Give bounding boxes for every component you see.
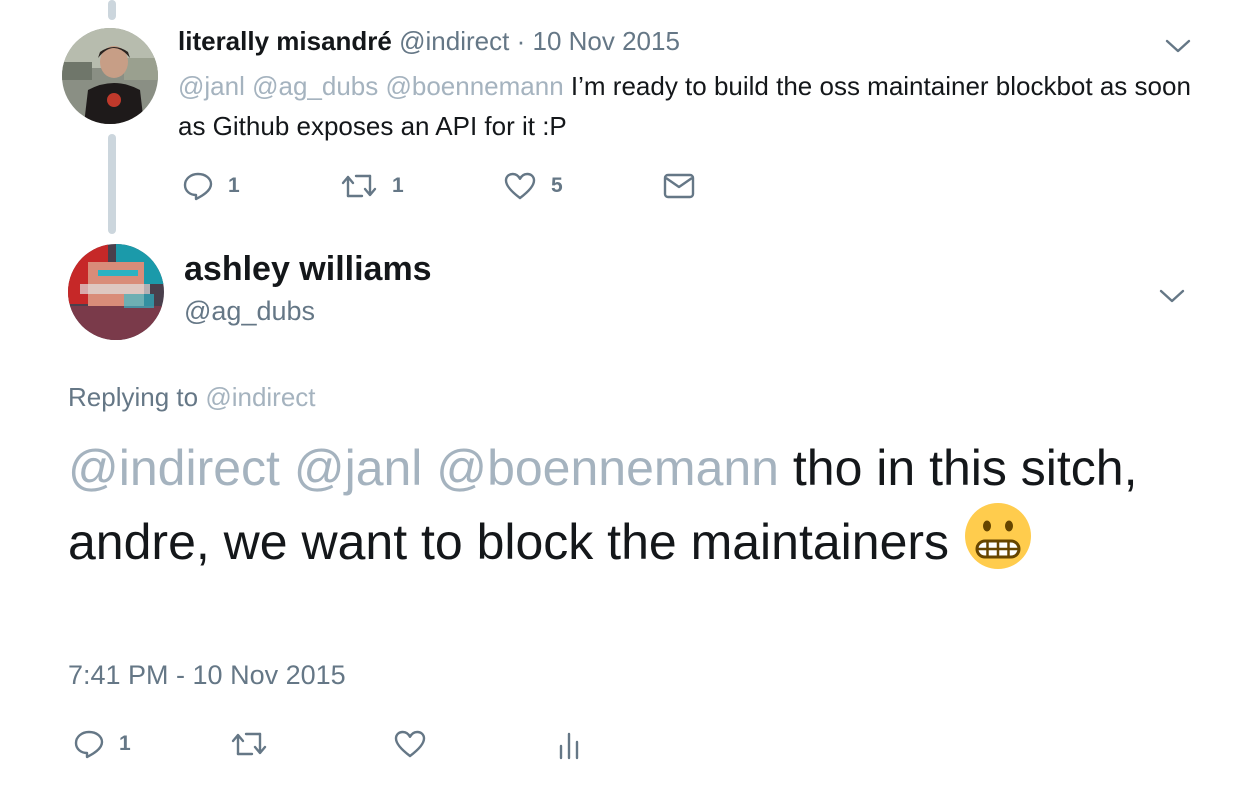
retweet-icon <box>340 172 378 200</box>
parent-separator: · <box>516 26 526 56</box>
parent-display-name[interactable]: literally misandré <box>178 26 392 56</box>
parent-like-button[interactable]: 5 <box>503 171 563 201</box>
thread-line-bottom <box>108 134 116 234</box>
replying-prefix: Replying to <box>68 382 199 412</box>
main-timestamp[interactable]: 7:41 PM - 10 Nov 2015 <box>68 660 346 691</box>
main-reply-button[interactable]: 1 <box>73 729 131 759</box>
heart-icon <box>503 171 537 201</box>
heart-icon <box>393 729 427 759</box>
parent-mentions[interactable]: @janl @ag_dubs @boennemann <box>178 71 564 101</box>
chevron-down-icon[interactable] <box>1163 36 1193 56</box>
thread-line-top <box>108 0 116 20</box>
parent-reply-count: 1 <box>228 174 240 197</box>
main-analytics-button[interactable] <box>556 730 582 760</box>
parent-tweet-text: @janl @ag_dubs @boennemann I’m ready to … <box>178 66 1218 146</box>
replying-to: Replying to @indirect <box>68 382 316 413</box>
parent-retweet-button[interactable]: 1 <box>340 172 404 200</box>
analytics-icon <box>556 730 582 760</box>
parent-like-count: 5 <box>551 174 563 197</box>
replying-handle[interactable]: @indirect <box>205 382 315 412</box>
main-tweet-text: @indirect @janl @boennemann tho in this … <box>68 436 1188 575</box>
main-retweet-button[interactable] <box>230 730 268 758</box>
parent-header: literally misandré @indirect · 10 Nov 20… <box>178 26 680 57</box>
parent-date[interactable]: 10 Nov 2015 <box>532 26 679 56</box>
reply-icon <box>182 171 214 201</box>
parent-reply-button[interactable]: 1 <box>182 171 240 201</box>
parent-retweet-count: 1 <box>392 174 404 197</box>
parent-handle[interactable]: @indirect <box>399 26 509 56</box>
parent-message-button[interactable] <box>662 172 696 200</box>
main-reply-count: 1 <box>119 732 131 755</box>
main-handle[interactable]: @ag_dubs <box>184 296 315 327</box>
envelope-icon <box>662 172 696 200</box>
reply-icon <box>73 729 105 759</box>
retweet-icon <box>230 730 268 758</box>
main-like-button[interactable] <box>393 729 427 759</box>
main-display-name[interactable]: ashley williams <box>184 250 432 289</box>
grimacing-face-icon <box>963 501 1033 571</box>
main-mentions[interactable]: @indirect @janl @boennemann <box>68 440 779 496</box>
chevron-down-icon[interactable] <box>1157 286 1187 306</box>
main-avatar[interactable] <box>68 244 164 340</box>
parent-avatar[interactable] <box>62 28 158 124</box>
